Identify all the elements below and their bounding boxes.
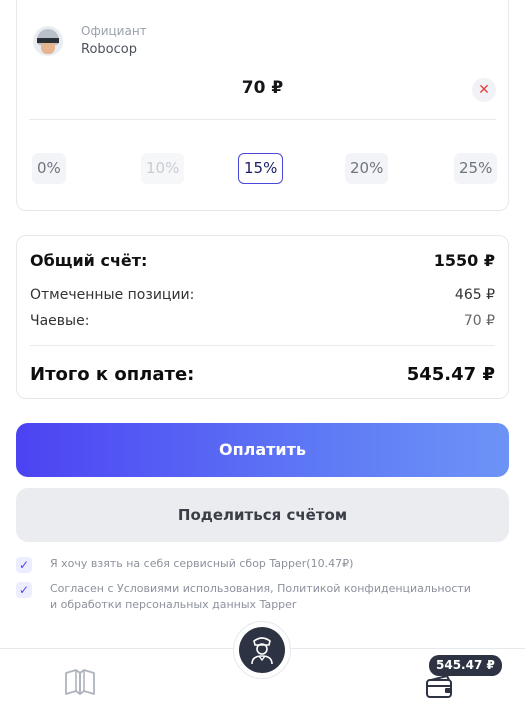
tip-card: Официант Robocop 70 ₽ ✕ 0% 10% 15% 20% 2… xyxy=(16,0,509,211)
tip-option-10[interactable]: 10% xyxy=(141,153,185,184)
share-bill-button[interactable]: Поделиться счётом xyxy=(16,488,509,542)
waiter-info: Официант Robocop xyxy=(33,23,147,59)
tip-option-25[interactable]: 25% xyxy=(454,153,498,184)
tip-amount[interactable]: 70 ₽ xyxy=(17,78,508,98)
to-pay-label: Итого к оплате: xyxy=(30,364,195,385)
terms-text: Согласен с Условиями использования, Поли… xyxy=(50,582,471,611)
tip-option-20[interactable]: 20% xyxy=(345,153,389,184)
marked-items-row: Отмеченные позиции: 465 ₽ xyxy=(30,287,495,303)
waiter-avatar xyxy=(33,26,63,56)
divider xyxy=(29,119,496,120)
tip-percent-options: 0% 10% 15% 20% 25% xyxy=(29,153,498,185)
waiter-name: Robocop xyxy=(81,42,137,57)
service-fee-checkbox[interactable]: ✓ xyxy=(16,557,32,573)
marked-items-label: Отмеченные позиции: xyxy=(30,287,195,303)
to-pay-row: Итого к оплате: 545.47 ₽ xyxy=(30,364,495,385)
tip-option-0[interactable]: 0% xyxy=(32,153,66,184)
menu-book-icon[interactable] xyxy=(64,668,96,696)
divider xyxy=(30,345,495,346)
total-bill-label: Общий счёт: xyxy=(30,251,148,270)
call-waiter-button[interactable] xyxy=(233,621,291,679)
tips-label: Чаевые: xyxy=(30,313,90,329)
terms-checkbox[interactable]: ✓ xyxy=(16,582,32,598)
waiter-icon xyxy=(251,637,273,665)
tip-option-15[interactable]: 15% xyxy=(238,153,284,184)
terms-consent: ✓ Согласен с Условиями использования, По… xyxy=(16,581,480,613)
total-bill-row: Общий счёт: 1550 ₽ xyxy=(30,251,495,270)
clear-tip-icon[interactable]: ✕ xyxy=(472,78,496,102)
tips-row: Чаевые: 70 ₽ xyxy=(30,313,495,329)
total-badge: 545.47 ₽ xyxy=(429,655,502,676)
to-pay-value: 545.47 ₽ xyxy=(406,364,495,385)
pay-button[interactable]: Оплатить xyxy=(16,423,509,477)
marked-items-value: 465 ₽ xyxy=(454,287,495,303)
waiter-role: Официант xyxy=(81,24,147,38)
tips-value: 70 ₽ xyxy=(463,313,495,329)
service-fee-consent: ✓ Я хочу взять на себя сервисный сбор Ta… xyxy=(16,556,480,573)
bill-summary: Общий счёт: 1550 ₽ Отмеченные позиции: 4… xyxy=(16,235,509,399)
wallet-icon[interactable] xyxy=(425,674,457,700)
total-bill-value: 1550 ₽ xyxy=(433,251,495,270)
service-fee-text: Я хочу взять на себя сервисный сбор Tapp… xyxy=(50,557,354,570)
